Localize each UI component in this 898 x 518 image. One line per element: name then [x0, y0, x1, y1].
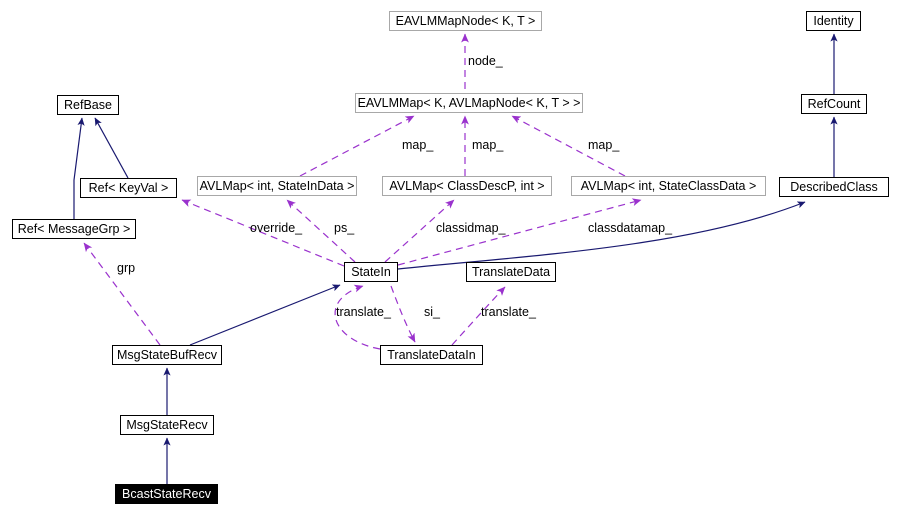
- class-node-refbase[interactable]: RefBase: [57, 95, 119, 115]
- class-node-eavlmmapnode[interactable]: EAVLMMapNode< K, T >: [389, 11, 542, 31]
- class-node-identity[interactable]: Identity: [806, 11, 861, 31]
- edge-avlmapstateindata-eavlmmap: [299, 115, 415, 177]
- collaboration-diagram: EAVLMMapNode< K, T > Identity RefBase EAVLM…: [0, 0, 898, 518]
- class-node-describedclass[interactable]: DescribedClass: [779, 177, 889, 197]
- class-node-msgstaterecv[interactable]: MsgStateRecv: [120, 415, 214, 435]
- class-node-refkeyval[interactable]: Ref< KeyVal >: [80, 178, 177, 198]
- edge-label-map_2: map_: [472, 138, 504, 152]
- class-node-eavlmmap[interactable]: EAVLMMap< K, AVLMapNode< K, T > >: [355, 93, 583, 113]
- edge-msgstatebufrecv-statein: [189, 284, 341, 346]
- edge-label-translate_2: translate_: [481, 305, 536, 319]
- class-node-msgstatebufrecv[interactable]: MsgStateBufRecv: [112, 345, 222, 365]
- edge-msgstatebufrecv-refmessagegrp: [83, 242, 161, 346]
- edge-label-node_: node_: [468, 54, 503, 68]
- class-node-statein[interactable]: StateIn: [344, 262, 398, 282]
- edge-label-grp: grp: [117, 261, 136, 275]
- edge-label-classdatamap_: classdatamap_: [588, 221, 673, 235]
- class-node-avlmap_stateclassdata[interactable]: AVLMap< int, StateClassData >: [571, 176, 766, 196]
- edge-statein-describedclass: [397, 201, 806, 270]
- edge-statein-translatedatain: [390, 285, 416, 343]
- edge-layer: [73, 33, 838, 484]
- edge-label-ps_: ps_: [334, 221, 355, 235]
- edge-label-si_: si_: [424, 305, 440, 319]
- edge-label-translate_1: translate_: [336, 305, 391, 319]
- class-node-refcount[interactable]: RefCount: [801, 94, 867, 114]
- edge-refmessagegrp-refbase: [73, 117, 85, 219]
- edge-label-map_3: map_: [588, 138, 620, 152]
- class-node-avlmap_classdescp[interactable]: AVLMap< ClassDescP, int >: [382, 176, 552, 196]
- class-node-translatedatain[interactable]: TranslateDataIn: [380, 345, 483, 365]
- edge-label-classidmap_: classidmap_: [436, 221, 506, 235]
- class-node-bcaststaterecv[interactable]: BcastStateRecv: [115, 484, 218, 504]
- class-node-refmessagegrp[interactable]: Ref< MessageGrp >: [12, 219, 136, 239]
- edge-label-override_: override_: [250, 221, 303, 235]
- class-node-avlmap_stateindata[interactable]: AVLMap< int, StateInData >: [197, 176, 357, 196]
- edge-refkeyval-refbase: [94, 117, 129, 179]
- class-node-translatedata[interactable]: TranslateData: [466, 262, 556, 282]
- edge-label-map_1: map_: [402, 138, 434, 152]
